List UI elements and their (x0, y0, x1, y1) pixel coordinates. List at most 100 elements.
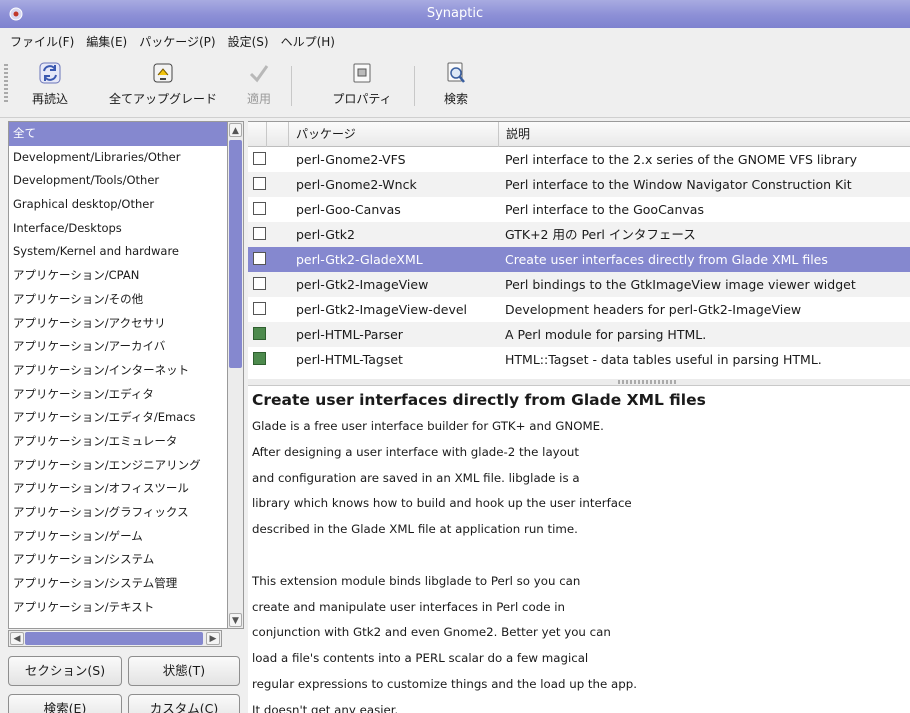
package-name: perl-Gtk2-ImageView-devel (296, 302, 468, 317)
details-text-line: library which knows how to build and hoo… (252, 496, 632, 511)
package-description: A Perl module for parsing HTML. (505, 327, 707, 342)
not-installed-status-icon[interactable] (253, 227, 266, 240)
pane-grip[interactable] (618, 380, 678, 384)
section-list-horizontal-scrollbar[interactable]: ◀ ▶ (8, 630, 222, 647)
search-icon (447, 62, 465, 83)
section-item[interactable]: Interface/Desktops (9, 217, 227, 241)
table-row[interactable]: perl-HTML-Parser A Perl module for parsin… (248, 322, 910, 347)
table-row[interactable]: perl-Gnome2-Wnck Perl interface to the Wi… (248, 172, 910, 197)
search-label: 検索 (443, 92, 468, 106)
scrollbar-thumb[interactable] (25, 632, 203, 645)
package-name: perl-Gtk2-ImageView (296, 277, 429, 292)
checkmark-icon (249, 65, 269, 83)
installed-status-icon[interactable] (253, 352, 266, 365)
menu-help[interactable]: ヘルプ(H) (275, 33, 341, 50)
status-filter-button[interactable]: 状態(T) (128, 656, 240, 686)
package-description: GTK+2 用の Perl インタフェース (505, 227, 696, 242)
toolbar-grip[interactable] (4, 64, 8, 104)
scrollbar-thumb[interactable] (229, 140, 242, 368)
section-item[interactable]: アプリケーション/エミュレータ (9, 430, 227, 454)
section-item[interactable]: 全て (9, 122, 227, 146)
menu-edit[interactable]: 編集(E) (80, 33, 133, 50)
not-installed-status-icon[interactable] (253, 177, 266, 190)
section-item[interactable]: Graphical desktop/Other (9, 193, 227, 217)
not-installed-status-icon[interactable] (253, 152, 266, 165)
details-text-line: conjunction with Gtk2 and even Gnome2. B… (252, 625, 611, 640)
window-title: Synaptic (426, 6, 484, 21)
not-installed-status-icon[interactable] (253, 277, 266, 290)
section-item[interactable]: アプリケーション/ゲーム (9, 525, 227, 549)
section-item[interactable]: アプリケーション/グラフィックス (9, 501, 227, 525)
package-name: perl-HTML-Tagset (296, 352, 403, 367)
reload-button[interactable]: 再読込 (18, 58, 82, 114)
toolbar-separator (414, 66, 415, 106)
installed-status-icon[interactable] (253, 327, 266, 340)
details-text-line: described in the Glade XML file at appli… (252, 522, 578, 537)
package-column-header[interactable]: パッケージ (288, 122, 498, 147)
package-name: perl-Gtk2-GladeXML (296, 252, 423, 267)
properties-icon (353, 63, 371, 83)
not-installed-status-icon[interactable] (253, 202, 266, 215)
upgrade-all-label: 全てアップグレード (108, 92, 217, 106)
search-filter-button[interactable]: 検索(E) (8, 694, 122, 713)
section-item[interactable]: アプリケーション/インターネット (9, 359, 227, 383)
section-item[interactable]: アプリケーション/アーカイバ (9, 335, 227, 359)
section-item[interactable]: System/Kernel and hardware (9, 240, 227, 264)
details-text-line: After designing a user interface with gl… (252, 444, 579, 459)
support-column-header[interactable] (266, 122, 288, 147)
package-description: Perl bindings to the GtkImageView image … (505, 277, 856, 292)
status-column-header[interactable] (248, 122, 266, 147)
upgrade-all-button[interactable]: 全てアップグレード (97, 58, 229, 114)
toolbar: 再読込 全てアップグレード 適用 プロパティ 検索 (0, 54, 910, 118)
section-item[interactable]: アプリケーション/その他 (9, 288, 227, 312)
table-row[interactable]: perl-Goo-Canvas Perl interface to the Goo… (248, 197, 910, 222)
package-description: Create user interfaces directly from Gla… (505, 252, 828, 267)
menu-settings[interactable]: 設定(S) (222, 33, 275, 50)
scroll-up-icon[interactable]: ▲ (229, 123, 242, 137)
package-description: Perl interface to the Window Navigator C… (505, 177, 852, 192)
not-installed-status-icon[interactable] (253, 302, 266, 315)
custom-filter-button[interactable]: カスタム(C) (128, 694, 240, 713)
table-row[interactable]: perl-Gtk2 GTK+2 用の Perl インタフェース (248, 222, 910, 247)
section-item[interactable]: アプリケーション/CPAN (9, 264, 227, 288)
section-item[interactable]: アプリケーション/システム管理 (9, 572, 227, 596)
package-description: HTML::Tagset - data tables useful in par… (505, 352, 822, 367)
search-button[interactable]: 検索 (438, 58, 474, 114)
package-name: perl-Gtk2 (296, 227, 355, 242)
table-header: パッケージ 説明 (248, 122, 910, 147)
table-row[interactable]: perl-Gtk2-ImageView Perl bindings to the … (248, 272, 910, 297)
section-item[interactable]: アプリケーション/テキスト (9, 596, 227, 620)
section-item[interactable]: アプリケーション/エディタ/Emacs (9, 406, 227, 430)
section-item[interactable]: アプリケーション/エディタ (9, 383, 227, 407)
table-row[interactable]: perl-Gtk2-GladeXML Create user interfaces… (248, 247, 910, 272)
apply-button[interactable]: 適用 (243, 58, 275, 114)
section-item[interactable]: Development/Libraries/Other (9, 146, 227, 170)
section-item[interactable]: アプリケーション/アクセサリ (9, 312, 227, 336)
menu-package[interactable]: パッケージ(P) (133, 33, 221, 50)
table-row[interactable]: perl-HTML-Tagset HTML::Tagset - data tabl… (248, 347, 910, 372)
section-item[interactable]: Development/Tools/Other (9, 169, 227, 193)
section-item[interactable]: アプリケーション/エンジニアリング (9, 454, 227, 478)
package-name: perl-HTML-Parser (296, 327, 403, 342)
toolbar-separator (291, 66, 292, 106)
scroll-left-icon[interactable]: ◀ (10, 632, 24, 645)
details-text-line: and configuration are saved in an XML fi… (252, 470, 580, 485)
package-name: perl-Goo-Canvas (296, 202, 401, 217)
menu-bar: ファイル(F) 編集(E) パッケージ(P) 設定(S) ヘルプ(H) (0, 28, 910, 54)
section-list-vertical-scrollbar[interactable]: ▲ ▼ (228, 121, 244, 629)
details-text-line: Glade is a free user interface builder f… (252, 419, 604, 433)
section-list[interactable]: 全て Development/Libraries/Other Development… (8, 121, 228, 629)
not-installed-status-icon[interactable] (253, 252, 266, 265)
package-name: perl-Gnome2-Wnck (296, 177, 417, 192)
package-description: Development headers for perl-Gtk2-ImageV… (505, 302, 802, 317)
table-row[interactable]: perl-Gnome2-VFS Perl interface to the 2.x… (248, 147, 910, 172)
scroll-right-icon[interactable]: ▶ (206, 632, 220, 645)
scroll-down-icon[interactable]: ▼ (229, 613, 242, 627)
table-row[interactable]: perl-Gtk2-ImageView-devel Development hea… (248, 297, 910, 322)
sections-filter-button[interactable]: セクション(S) (8, 656, 122, 686)
properties-button[interactable]: プロパティ (324, 58, 400, 114)
section-item[interactable]: アプリケーション/システム (9, 548, 227, 572)
description-column-header[interactable]: 説明 (498, 122, 910, 147)
menu-file[interactable]: ファイル(F) (4, 33, 80, 50)
section-item[interactable]: アプリケーション/オフィスツール (9, 477, 227, 501)
